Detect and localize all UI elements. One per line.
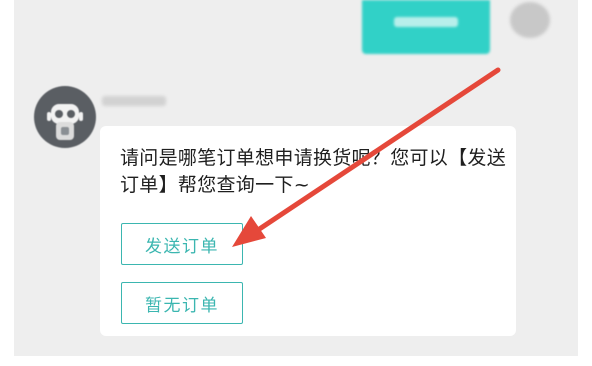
arrow-icon: [232, 67, 501, 247]
